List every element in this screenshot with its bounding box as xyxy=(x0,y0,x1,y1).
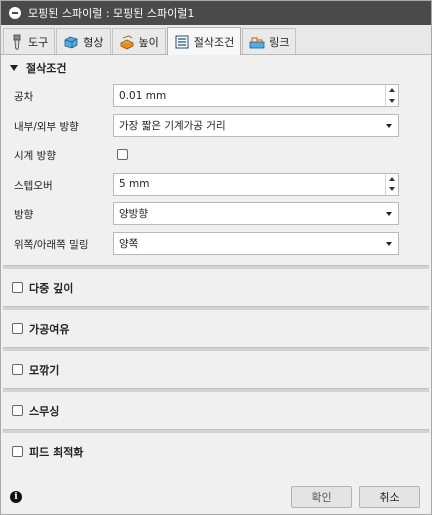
up-down-milling-value: 양쪽 xyxy=(119,237,139,250)
linking-icon xyxy=(249,36,265,48)
tab-linking-label: 링크 xyxy=(269,35,290,49)
tab-heights-label: 높이 xyxy=(138,35,159,49)
expand-triangle-icon[interactable] xyxy=(10,65,18,71)
tab-tool-label: 도구 xyxy=(28,35,49,49)
up-down-milling-label: 위쪽/아래쪽 밀링 xyxy=(14,238,89,251)
section-title: 절삭조건 xyxy=(26,62,67,75)
title-bar[interactable]: 모핑된 스파이럴 : 모핑된 스파이럴1 xyxy=(1,1,431,25)
geometry-icon xyxy=(64,36,78,48)
stepover-row: 스텝오버 5 mm xyxy=(1,170,431,200)
clockwise-row: 시계 방향 xyxy=(1,140,431,170)
tab-passes-label: 절삭조건 xyxy=(193,35,235,49)
collapse-icon[interactable] xyxy=(9,7,21,19)
fillets-label: 모깎기 xyxy=(29,363,60,377)
tab-linking[interactable]: 링크 xyxy=(242,28,297,54)
clockwise-checkbox[interactable] xyxy=(117,149,128,160)
morphed-spiral-dialog: 모핑된 스파이럴 : 모핑된 스파이럴1 도구 형상 높이 절삭조건 링크 절삭… xyxy=(0,0,432,515)
feed-optimization-checkbox[interactable] xyxy=(12,446,23,457)
chevron-down-icon xyxy=(386,241,392,246)
stepover-input[interactable]: 5 mm xyxy=(113,172,399,196)
up-down-milling-select[interactable]: 양쪽 xyxy=(113,231,399,255)
passes-section-header[interactable]: 절삭조건 xyxy=(1,55,431,81)
tab-geometry-label: 형상 xyxy=(83,35,104,49)
height-icon xyxy=(119,35,134,49)
tab-passes[interactable]: 절삭조건 xyxy=(166,27,242,55)
group-smoothing[interactable]: 스무싱 xyxy=(1,392,431,429)
tolerance-spinner[interactable] xyxy=(385,85,398,106)
direction-label: 방향 xyxy=(14,209,34,221)
group-fillets[interactable]: 모깎기 xyxy=(1,351,431,388)
group-stock-to-leave[interactable]: 가공여유 xyxy=(1,310,431,347)
direction-select[interactable]: 양방향 xyxy=(113,202,399,225)
direction-in-out-label: 내부/외부 방향 xyxy=(14,120,79,133)
tab-bar: 도구 형상 높이 절삭조건 링크 xyxy=(1,25,431,55)
stepover-value: 5 mm xyxy=(119,178,150,190)
stock-to-leave-label: 가공여유 xyxy=(29,322,70,336)
ok-button[interactable]: 확인 xyxy=(291,486,352,508)
up-down-milling-row: 위쪽/아래쪽 밀링 양쪽 xyxy=(1,229,431,259)
fillets-checkbox[interactable] xyxy=(12,364,23,375)
stock-to-leave-checkbox[interactable] xyxy=(12,323,23,334)
tab-heights[interactable]: 높이 xyxy=(111,28,166,54)
dialog-footer: i 확인 취소 xyxy=(1,481,431,514)
tolerance-label: 공차 xyxy=(14,91,34,103)
spin-up-icon[interactable] xyxy=(389,88,395,93)
tolerance-row: 공차 0.01 mm xyxy=(1,81,431,111)
group-feed-optimization[interactable]: 피드 최적화 xyxy=(1,433,431,470)
tool-icon xyxy=(13,34,21,50)
tolerance-input[interactable]: 0.01 mm xyxy=(113,84,399,107)
chevron-down-icon xyxy=(386,212,392,216)
direction-row: 방향 양방향 xyxy=(1,199,431,229)
passes-icon xyxy=(175,35,189,48)
tab-tool[interactable]: 도구 xyxy=(3,28,56,54)
chevron-down-icon xyxy=(386,123,392,128)
direction-in-out-row: 내부/외부 방향 가장 짧은 기계가공 거리 xyxy=(1,111,431,141)
dialog-title: 모핑된 스파이럴 : 모핑된 스파이럴1 xyxy=(28,7,195,20)
tab-geometry[interactable]: 형상 xyxy=(56,28,111,54)
smoothing-checkbox[interactable] xyxy=(12,405,23,416)
direction-value: 양방향 xyxy=(119,208,148,220)
direction-in-out-value: 가장 짧은 기계가공 거리 xyxy=(119,119,226,132)
spin-down-icon[interactable] xyxy=(389,187,395,192)
tolerance-value: 0.01 mm xyxy=(119,89,167,102)
spin-up-icon[interactable] xyxy=(389,176,395,181)
info-icon[interactable]: i xyxy=(10,491,22,503)
multiple-depths-label: 다중 깊이 xyxy=(29,281,74,295)
spin-down-icon[interactable] xyxy=(389,98,395,103)
stepover-spinner[interactable] xyxy=(385,173,398,195)
multiple-depths-checkbox[interactable] xyxy=(12,282,23,293)
stepover-label: 스텝오버 xyxy=(14,179,53,192)
smoothing-label: 스무싱 xyxy=(29,404,60,418)
clockwise-label: 시계 방향 xyxy=(14,150,56,162)
direction-in-out-select[interactable]: 가장 짧은 기계가공 거리 xyxy=(113,113,399,137)
group-multiple-depths[interactable]: 다중 깊이 xyxy=(1,269,431,306)
cancel-button[interactable]: 취소 xyxy=(359,486,420,508)
feed-optimization-label: 피드 최적화 xyxy=(29,445,84,459)
